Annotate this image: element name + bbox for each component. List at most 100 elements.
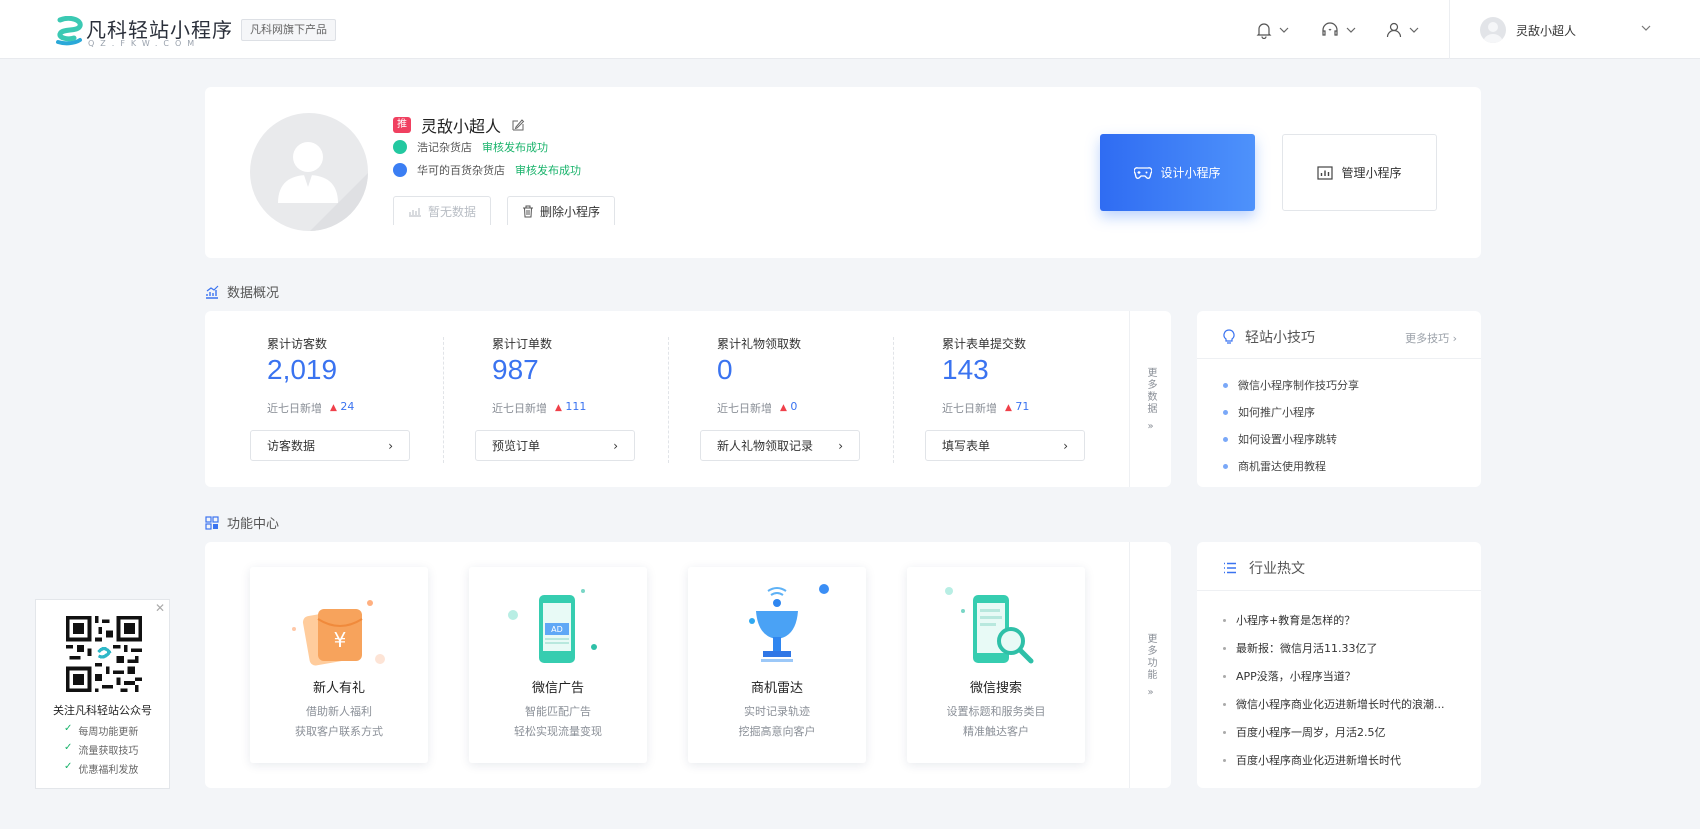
avatar-placeholder-icon xyxy=(278,142,368,231)
more-data-label: 更多数据 xyxy=(1145,366,1156,415)
stat-sub-label: 近七日新增 xyxy=(267,402,322,415)
feature-desc: 获取客户联系方式 xyxy=(295,725,383,738)
tip-item[interactable]: 如何设置小程序跳转 xyxy=(1223,431,1337,447)
article-title: 小程序+教育是怎样的？ xyxy=(1236,614,1356,627)
stat-btn-label: 预览订单 xyxy=(492,439,541,453)
tips-title-text: 轻站小技巧 xyxy=(1245,330,1315,346)
check-icon: ✓ xyxy=(64,742,73,753)
article-link[interactable]: APP没落，小程序当道？ xyxy=(1223,668,1463,684)
svg-text:¥: ¥ xyxy=(334,628,347,652)
stats-section-title: 数据概况 xyxy=(205,282,279,301)
edit-icon[interactable] xyxy=(511,118,525,132)
tip-item[interactable]: 如何推广小程序 xyxy=(1223,404,1315,420)
profile-card: 推 灵敌小超人 浩记杂货店 审核发布成功 华可的百货杂货店 审核发布成功 暂无数… xyxy=(205,87,1481,258)
logo-subtext: QZ.FKW.COM xyxy=(88,39,201,48)
article-link[interactable]: 微信小程序商业化迈进新增长时代的浪潮... xyxy=(1223,696,1463,712)
miniprogram-icon xyxy=(393,140,407,154)
features-section-title: 功能中心 xyxy=(205,513,279,532)
stat-sub-label: 近七日新增 xyxy=(492,402,547,415)
article-title: 百度小程序商业化迈进新增长时代 xyxy=(1236,754,1401,767)
gift-records-button[interactable]: 新人礼物领取记录 › xyxy=(700,430,860,461)
feature-wechat-search[interactable]: 微信搜索 设置标题和服务类目 精准触达客户 xyxy=(907,567,1085,763)
stat-value: 987 xyxy=(492,354,539,385)
design-miniprogram-button[interactable]: 设计小程序 xyxy=(1100,134,1255,211)
stats-card: 累计访客数 2,019 近七日新增 ▲ 24 访客数据 › 累计订单数 987 近七… xyxy=(205,311,1171,487)
article-title: APP没落，小程序当道？ xyxy=(1236,670,1356,683)
manage-miniprogram-button[interactable]: 管理小程序 xyxy=(1282,134,1437,211)
feature-wechat-ads[interactable]: AD 微信广告 智能匹配广告 轻松实现流量变现 xyxy=(469,567,647,763)
double-chevron-down-icon: » xyxy=(1147,686,1154,698)
chart-icon xyxy=(409,208,421,217)
feature-desc: 精准触达客户 xyxy=(963,725,1029,738)
design-label: 设计小程序 xyxy=(1160,166,1221,180)
chevron-right-icon: › xyxy=(838,438,843,453)
arrow-up-icon: ▲ xyxy=(780,403,787,413)
recommend-tag: 推 xyxy=(393,117,411,133)
stat-sub: 近七日新增 ▲ 24 xyxy=(267,400,354,416)
user-icon xyxy=(1386,22,1402,38)
stat-sub: 近七日新增 ▲ 71 xyxy=(942,400,1029,416)
delete-miniprogram-button[interactable]: 删除小程序 xyxy=(507,196,616,225)
bullet-dot xyxy=(1223,646,1226,650)
double-chevron-down-icon: » xyxy=(1147,420,1154,432)
article-link[interactable]: 小程序+教育是怎样的？ xyxy=(1223,612,1463,628)
stat-delta-value: 0 xyxy=(790,400,798,413)
notification-button[interactable] xyxy=(1255,18,1289,42)
bullet-dot xyxy=(1223,409,1228,415)
profile-name-row: 推 灵敌小超人 xyxy=(393,113,525,137)
fill-form-button[interactable]: 填写表单 › xyxy=(925,430,1085,461)
stat-delta-value: 71 xyxy=(1015,400,1030,413)
stats-title-text: 数据概况 xyxy=(227,286,280,301)
feature-title: 微信搜索 xyxy=(969,681,1022,696)
bullet-dot xyxy=(1223,382,1228,388)
bullet-dot xyxy=(1223,730,1226,734)
radar-icon xyxy=(749,584,829,662)
more-tips-link[interactable]: 更多技巧 › xyxy=(1405,330,1457,346)
article-link[interactable]: 百度小程序商业化迈进新增长时代 xyxy=(1223,752,1463,768)
program-avatar xyxy=(250,113,368,231)
bar-chart-icon xyxy=(1317,165,1334,180)
user-avatar[interactable] xyxy=(1480,17,1506,43)
industry-title: 行业热文 xyxy=(1223,558,1305,578)
visitor-data-button[interactable]: 访客数据 › xyxy=(250,430,410,461)
more-data-link[interactable]: 更多数据 » xyxy=(1129,311,1171,487)
chevron-down-icon xyxy=(1409,27,1419,33)
chevron-down-icon[interactable] xyxy=(1640,22,1652,34)
article-link[interactable]: 最新报：微信月活11.33亿了 xyxy=(1223,640,1463,656)
profile-name: 灵敌小超人 xyxy=(421,117,502,136)
article-link[interactable]: 百度小程序一周岁，月活2.5亿 xyxy=(1223,724,1463,740)
more-features-link[interactable]: 更多功能 » xyxy=(1129,542,1171,788)
stat-value: 0 xyxy=(717,354,733,385)
no-data-button[interactable]: 暂无数据 xyxy=(393,196,492,225)
manage-label: 管理小程序 xyxy=(1341,166,1402,180)
stat-sub-label: 近七日新增 xyxy=(942,402,997,415)
features-card: ¥ 新人有礼 借助新人福利 获取客户联系方式 AD 微信广告 智能匹配广告 轻松… xyxy=(205,542,1171,788)
stat-visitors: 累计访客数 2,019 近七日新增 ▲ 24 访客数据 › xyxy=(205,311,430,487)
brand-badge: 凡科网旗下产品 xyxy=(241,19,336,41)
arrow-up-icon: ▲ xyxy=(330,403,337,413)
preview-orders-button[interactable]: 预览订单 › xyxy=(475,430,635,461)
user-name[interactable]: 灵敌小超人 xyxy=(1516,22,1576,39)
feature-business-radar[interactable]: 商机雷达 实时记录轨迹 挖掘高意向客户 xyxy=(688,567,866,763)
headset-icon xyxy=(1322,22,1338,36)
logo-icon[interactable] xyxy=(54,16,86,46)
tip-item[interactable]: 商机雷达使用教程 xyxy=(1223,458,1326,474)
trend-icon xyxy=(206,285,219,299)
industry-header: 行业热文 xyxy=(1197,542,1481,591)
close-icon[interactable]: ✕ xyxy=(155,601,165,615)
feature-title: 新人有礼 xyxy=(312,681,365,696)
feature-new-user-gift[interactable]: ¥ 新人有礼 借助新人福利 获取客户联系方式 xyxy=(250,567,428,763)
stat-gifts: 累计礼物领取数 0 近七日新增 ▲ 0 新人礼物领取记录 › xyxy=(655,311,880,487)
qr-float-panel: ✕ 关注凡科轻站公众号 ✓ 每周功能更新 ✓ 流量获取技巧 ✓ 优惠福利发放 xyxy=(35,599,170,789)
qr-benefit-text: 优惠福利发放 xyxy=(78,765,139,776)
gamepad-icon xyxy=(1134,166,1153,179)
stat-sub: 近七日新增 ▲ 0 xyxy=(717,400,797,416)
account-button[interactable] xyxy=(1385,18,1419,42)
trash-icon xyxy=(523,205,533,217)
tip-item[interactable]: 微信小程序制作技巧分享 xyxy=(1223,377,1359,393)
stat-delta: ▲ 24 xyxy=(330,400,354,416)
shop-name: 浩记杂货店 xyxy=(417,141,472,154)
chevron-right-icon: › xyxy=(1063,438,1068,453)
support-button[interactable] xyxy=(1320,18,1356,42)
grid-icon xyxy=(205,515,219,530)
